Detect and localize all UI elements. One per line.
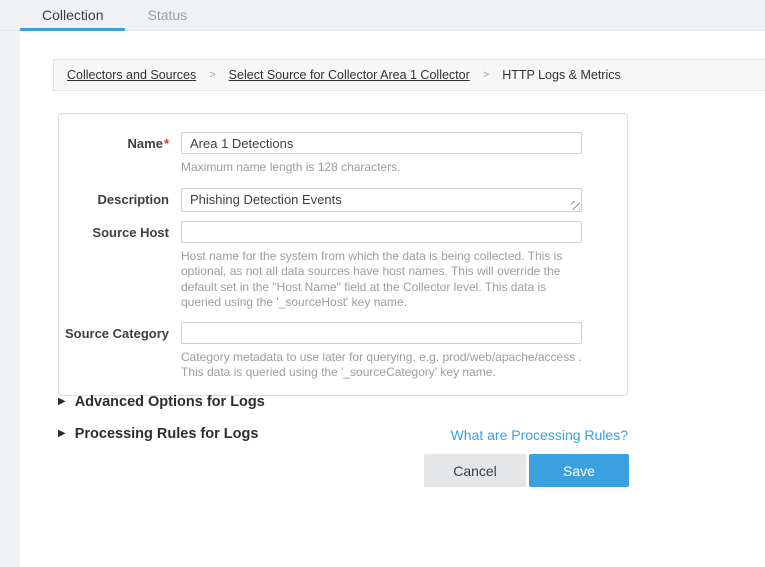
- breadcrumb: Collectors and Sources > Select Source f…: [53, 59, 765, 91]
- top-tab-bar: Collection Status: [0, 0, 765, 31]
- source-host-label: Source Host: [59, 221, 181, 311]
- save-button[interactable]: Save: [529, 454, 629, 487]
- source-category-label: Source Category: [59, 322, 181, 381]
- content-sheet: Collectors and Sources > Select Source f…: [20, 31, 765, 567]
- breadcrumb-separator: >: [209, 69, 215, 81]
- name-input[interactable]: [181, 132, 582, 154]
- advanced-options-section-toggle[interactable]: ▶ Advanced Options for Logs: [58, 394, 265, 410]
- source-category-helper-text: Category metadata to use later for query…: [181, 350, 582, 381]
- source-host-input[interactable]: [181, 221, 582, 243]
- required-asterisk: *: [164, 136, 169, 151]
- breadcrumb-collectors-link[interactable]: Collectors and Sources: [67, 68, 196, 82]
- breadcrumb-current-page: HTTP Logs & Metrics: [502, 68, 621, 82]
- advanced-options-label: Advanced Options for Logs: [75, 394, 265, 410]
- triangle-right-icon: ▶: [58, 397, 66, 407]
- form-action-buttons: Cancel Save: [424, 454, 629, 487]
- description-textarea[interactable]: Phishing Detection Events: [181, 188, 582, 212]
- processing-rules-section-toggle[interactable]: ▶ Processing Rules for Logs: [58, 426, 258, 442]
- tab-collection[interactable]: Collection: [20, 0, 125, 30]
- name-label: Name*: [59, 132, 181, 176]
- name-field-row: Name* Maximum name length is 128 charact…: [59, 132, 627, 176]
- source-category-field-row: Source Category Category metadata to use…: [59, 322, 627, 381]
- what-are-processing-rules-link[interactable]: What are Processing Rules?: [451, 427, 628, 443]
- source-category-input[interactable]: [181, 322, 582, 344]
- tab-status[interactable]: Status: [125, 0, 209, 30]
- tab-status-label: Status: [147, 7, 187, 23]
- source-host-field-row: Source Host Host name for the system fro…: [59, 221, 627, 311]
- description-label: Description: [59, 188, 181, 212]
- breadcrumb-select-source-link[interactable]: Select Source for Collector Area 1 Colle…: [229, 68, 470, 82]
- triangle-right-icon: ▶: [58, 429, 66, 439]
- name-helper-text: Maximum name length is 128 characters.: [181, 160, 582, 176]
- breadcrumb-separator: >: [483, 69, 489, 81]
- cancel-button[interactable]: Cancel: [424, 454, 526, 487]
- processing-rules-label: Processing Rules for Logs: [75, 426, 259, 442]
- source-form-panel: Name* Maximum name length is 128 charact…: [58, 113, 628, 396]
- source-config-page: Collection Status Collectors and Sources…: [0, 0, 765, 567]
- tab-collection-label: Collection: [42, 7, 103, 23]
- source-host-helper-text: Host name for the system from which the …: [181, 249, 582, 311]
- description-field-row: Description Phishing Detection Events: [59, 188, 627, 212]
